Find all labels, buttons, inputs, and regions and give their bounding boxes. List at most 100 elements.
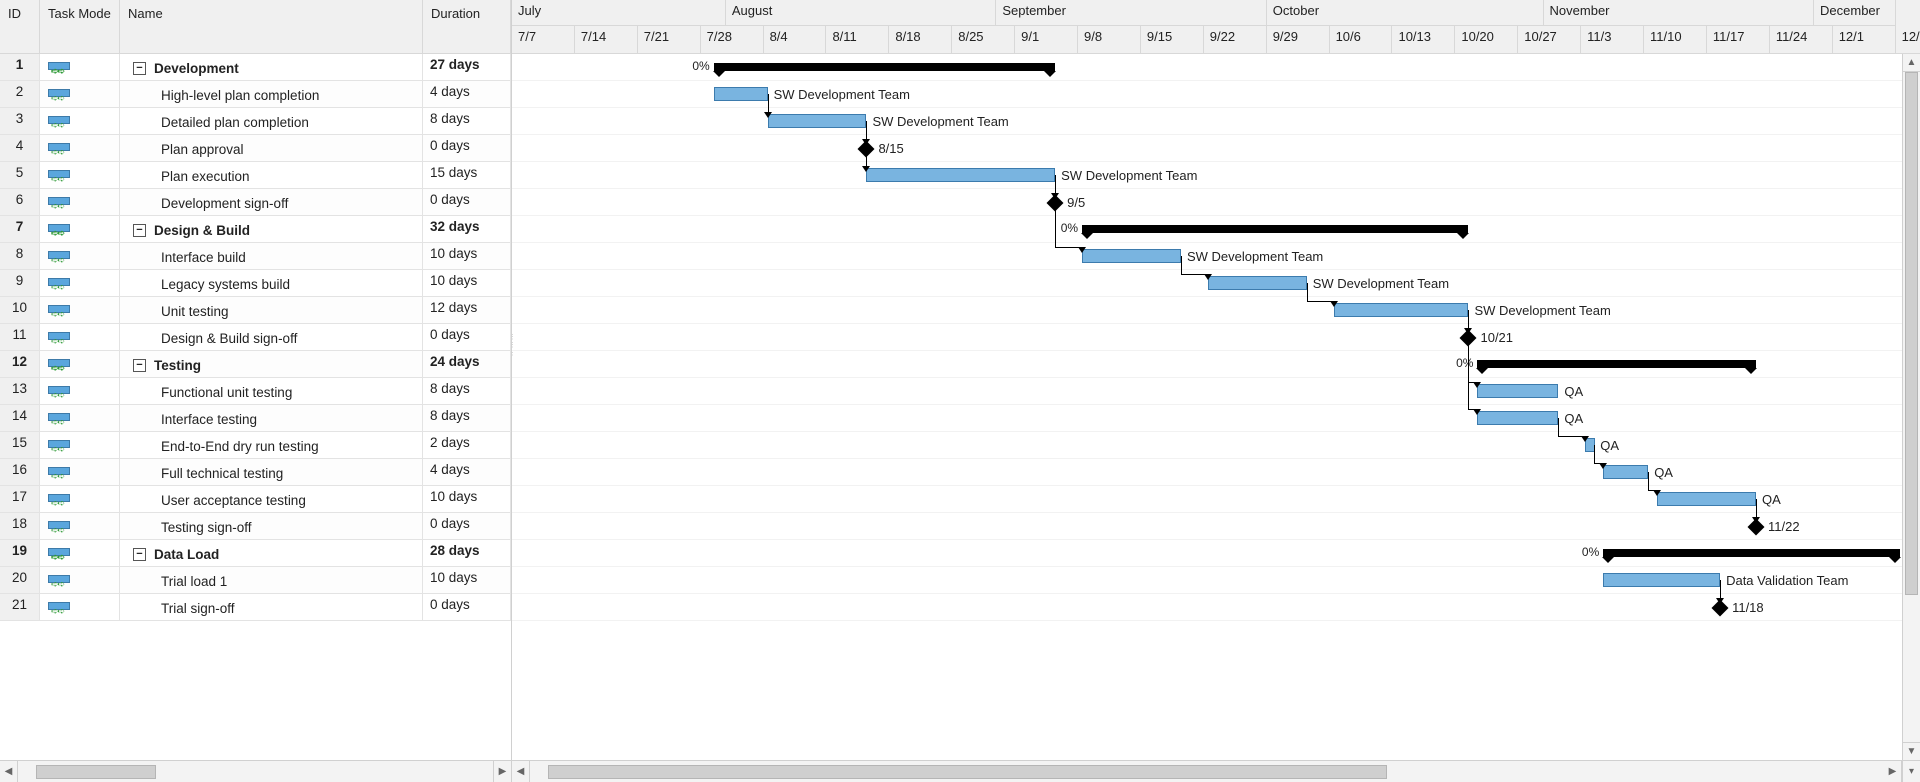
task-name-cell[interactable]: End-to-End dry run testing	[120, 432, 423, 458]
task-row[interactable]: 15➪➪End-to-End dry run testing2 days	[0, 432, 511, 459]
row-id[interactable]: 1	[0, 54, 40, 80]
task-name-cell[interactable]: −Development	[120, 54, 423, 80]
week-header[interactable]: 7/21	[638, 26, 701, 54]
row-id[interactable]: 14	[0, 405, 40, 431]
task-bar[interactable]	[1603, 465, 1648, 479]
task-duration-cell[interactable]: 0 days	[423, 135, 511, 161]
week-header[interactable]: 11/24	[1770, 26, 1833, 54]
scroll-up-icon[interactable]: ▲	[1903, 54, 1920, 72]
row-id[interactable]: 8	[0, 243, 40, 269]
task-duration-cell[interactable]: 10 days	[423, 567, 511, 593]
task-row[interactable]: 2➪➪High-level plan completion4 days	[0, 81, 511, 108]
scroll-down-icon[interactable]: ▼	[1903, 742, 1920, 760]
task-name-cell[interactable]: Trial load 1	[120, 567, 423, 593]
task-bar[interactable]	[768, 114, 867, 128]
month-header[interactable]: July	[512, 0, 726, 26]
task-name-cell[interactable]: Interface build	[120, 243, 423, 269]
task-row[interactable]: 6➪➪Development sign-off0 days	[0, 189, 511, 216]
task-name-cell[interactable]: −Data Load	[120, 540, 423, 566]
collapse-icon[interactable]: −	[133, 548, 146, 561]
month-header[interactable]: October	[1267, 0, 1544, 26]
task-duration-cell[interactable]: 0 days	[423, 189, 511, 215]
row-id[interactable]: 5	[0, 162, 40, 188]
task-row[interactable]: 4➪➪Plan approval0 days	[0, 135, 511, 162]
task-bar[interactable]	[866, 168, 1055, 182]
task-name-cell[interactable]: Legacy systems build	[120, 270, 423, 296]
task-row[interactable]: 16➪➪Full technical testing4 days	[0, 459, 511, 486]
task-name-cell[interactable]: User acceptance testing	[120, 486, 423, 512]
task-duration-cell[interactable]: 2 days	[423, 432, 511, 458]
row-id[interactable]: 13	[0, 378, 40, 404]
row-id[interactable]: 2	[0, 81, 40, 107]
row-id[interactable]: 7	[0, 216, 40, 242]
row-id[interactable]: 11	[0, 324, 40, 350]
task-name-cell[interactable]: Interface testing	[120, 405, 423, 431]
task-name-cell[interactable]: Functional unit testing	[120, 378, 423, 404]
week-header[interactable]: 8/11	[826, 26, 889, 54]
week-header[interactable]: 10/6	[1330, 26, 1393, 54]
week-header[interactable]: 9/15	[1141, 26, 1204, 54]
col-task-mode[interactable]: Task Mode	[40, 0, 120, 53]
task-row[interactable]: 5➪➪Plan execution15 days	[0, 162, 511, 189]
task-bar[interactable]	[1082, 249, 1181, 263]
task-duration-cell[interactable]: 24 days	[423, 351, 511, 377]
row-id[interactable]: 3	[0, 108, 40, 134]
task-row[interactable]: 7➪➪−Design & Build32 days	[0, 216, 511, 243]
month-header[interactable]: November	[1544, 0, 1814, 26]
task-duration-cell[interactable]: 0 days	[423, 324, 511, 350]
task-row[interactable]: 18➪➪Testing sign-off0 days	[0, 513, 511, 540]
summary-bar[interactable]	[1082, 225, 1468, 233]
week-header[interactable]: 10/27	[1518, 26, 1581, 54]
task-row[interactable]: 20➪➪Trial load 110 days	[0, 567, 511, 594]
vertical-scrollbar[interactable]: ▲ ▼	[1902, 54, 1920, 760]
collapse-icon[interactable]: −	[133, 62, 146, 75]
task-row[interactable]: 11➪➪Design & Build sign-off0 days	[0, 324, 511, 351]
task-duration-cell[interactable]: 0 days	[423, 594, 511, 620]
grid-hscroll[interactable]	[18, 761, 493, 782]
week-header[interactable]: 11/10	[1644, 26, 1707, 54]
task-name-cell[interactable]: High-level plan completion	[120, 81, 423, 107]
week-header[interactable]: 7/14	[575, 26, 638, 54]
row-id[interactable]: 21	[0, 594, 40, 620]
task-row[interactable]: 17➪➪User acceptance testing10 days	[0, 486, 511, 513]
week-header[interactable]: 9/1	[1015, 26, 1078, 54]
task-bar[interactable]	[714, 87, 768, 101]
task-name-cell[interactable]: Trial sign-off	[120, 594, 423, 620]
task-duration-cell[interactable]: 28 days	[423, 540, 511, 566]
task-bar[interactable]	[1657, 492, 1756, 506]
week-header[interactable]: 10/13	[1392, 26, 1455, 54]
collapse-icon[interactable]: −	[133, 359, 146, 372]
gantt-hscroll[interactable]	[530, 761, 1884, 782]
task-row[interactable]: 12➪➪−Testing24 days	[0, 351, 511, 378]
row-id[interactable]: 17	[0, 486, 40, 512]
summary-bar[interactable]	[714, 63, 1055, 71]
task-row[interactable]: 21➪➪Trial sign-off0 days	[0, 594, 511, 621]
col-name[interactable]: Name	[120, 0, 423, 53]
task-duration-cell[interactable]: 8 days	[423, 378, 511, 404]
row-id[interactable]: 18	[0, 513, 40, 539]
task-bar[interactable]	[1603, 573, 1720, 587]
week-header[interactable]: 9/8	[1078, 26, 1141, 54]
task-row[interactable]: 1➪➪−Development27 days	[0, 54, 511, 81]
row-id[interactable]: 12	[0, 351, 40, 377]
task-duration-cell[interactable]: 10 days	[423, 486, 511, 512]
task-row[interactable]: 9➪➪Legacy systems build10 days	[0, 270, 511, 297]
task-duration-cell[interactable]: 10 days	[423, 270, 511, 296]
week-header[interactable]: 12/8	[1896, 26, 1920, 54]
task-name-cell[interactable]: Unit testing	[120, 297, 423, 323]
row-id[interactable]: 20	[0, 567, 40, 593]
task-duration-cell[interactable]: 10 days	[423, 243, 511, 269]
task-bar[interactable]	[1208, 276, 1307, 290]
task-name-cell[interactable]: Detailed plan completion	[120, 108, 423, 134]
row-id[interactable]: 16	[0, 459, 40, 485]
summary-bar[interactable]	[1603, 549, 1900, 557]
row-id[interactable]: 10	[0, 297, 40, 323]
task-name-cell[interactable]: Development sign-off	[120, 189, 423, 215]
task-row[interactable]: 10➪➪Unit testing12 days	[0, 297, 511, 324]
week-header[interactable]: 9/22	[1204, 26, 1267, 54]
week-header[interactable]: 8/25	[952, 26, 1015, 54]
collapse-icon[interactable]: −	[133, 224, 146, 237]
task-duration-cell[interactable]: 27 days	[423, 54, 511, 80]
month-header[interactable]: August	[726, 0, 996, 26]
week-header[interactable]: 11/17	[1707, 26, 1770, 54]
